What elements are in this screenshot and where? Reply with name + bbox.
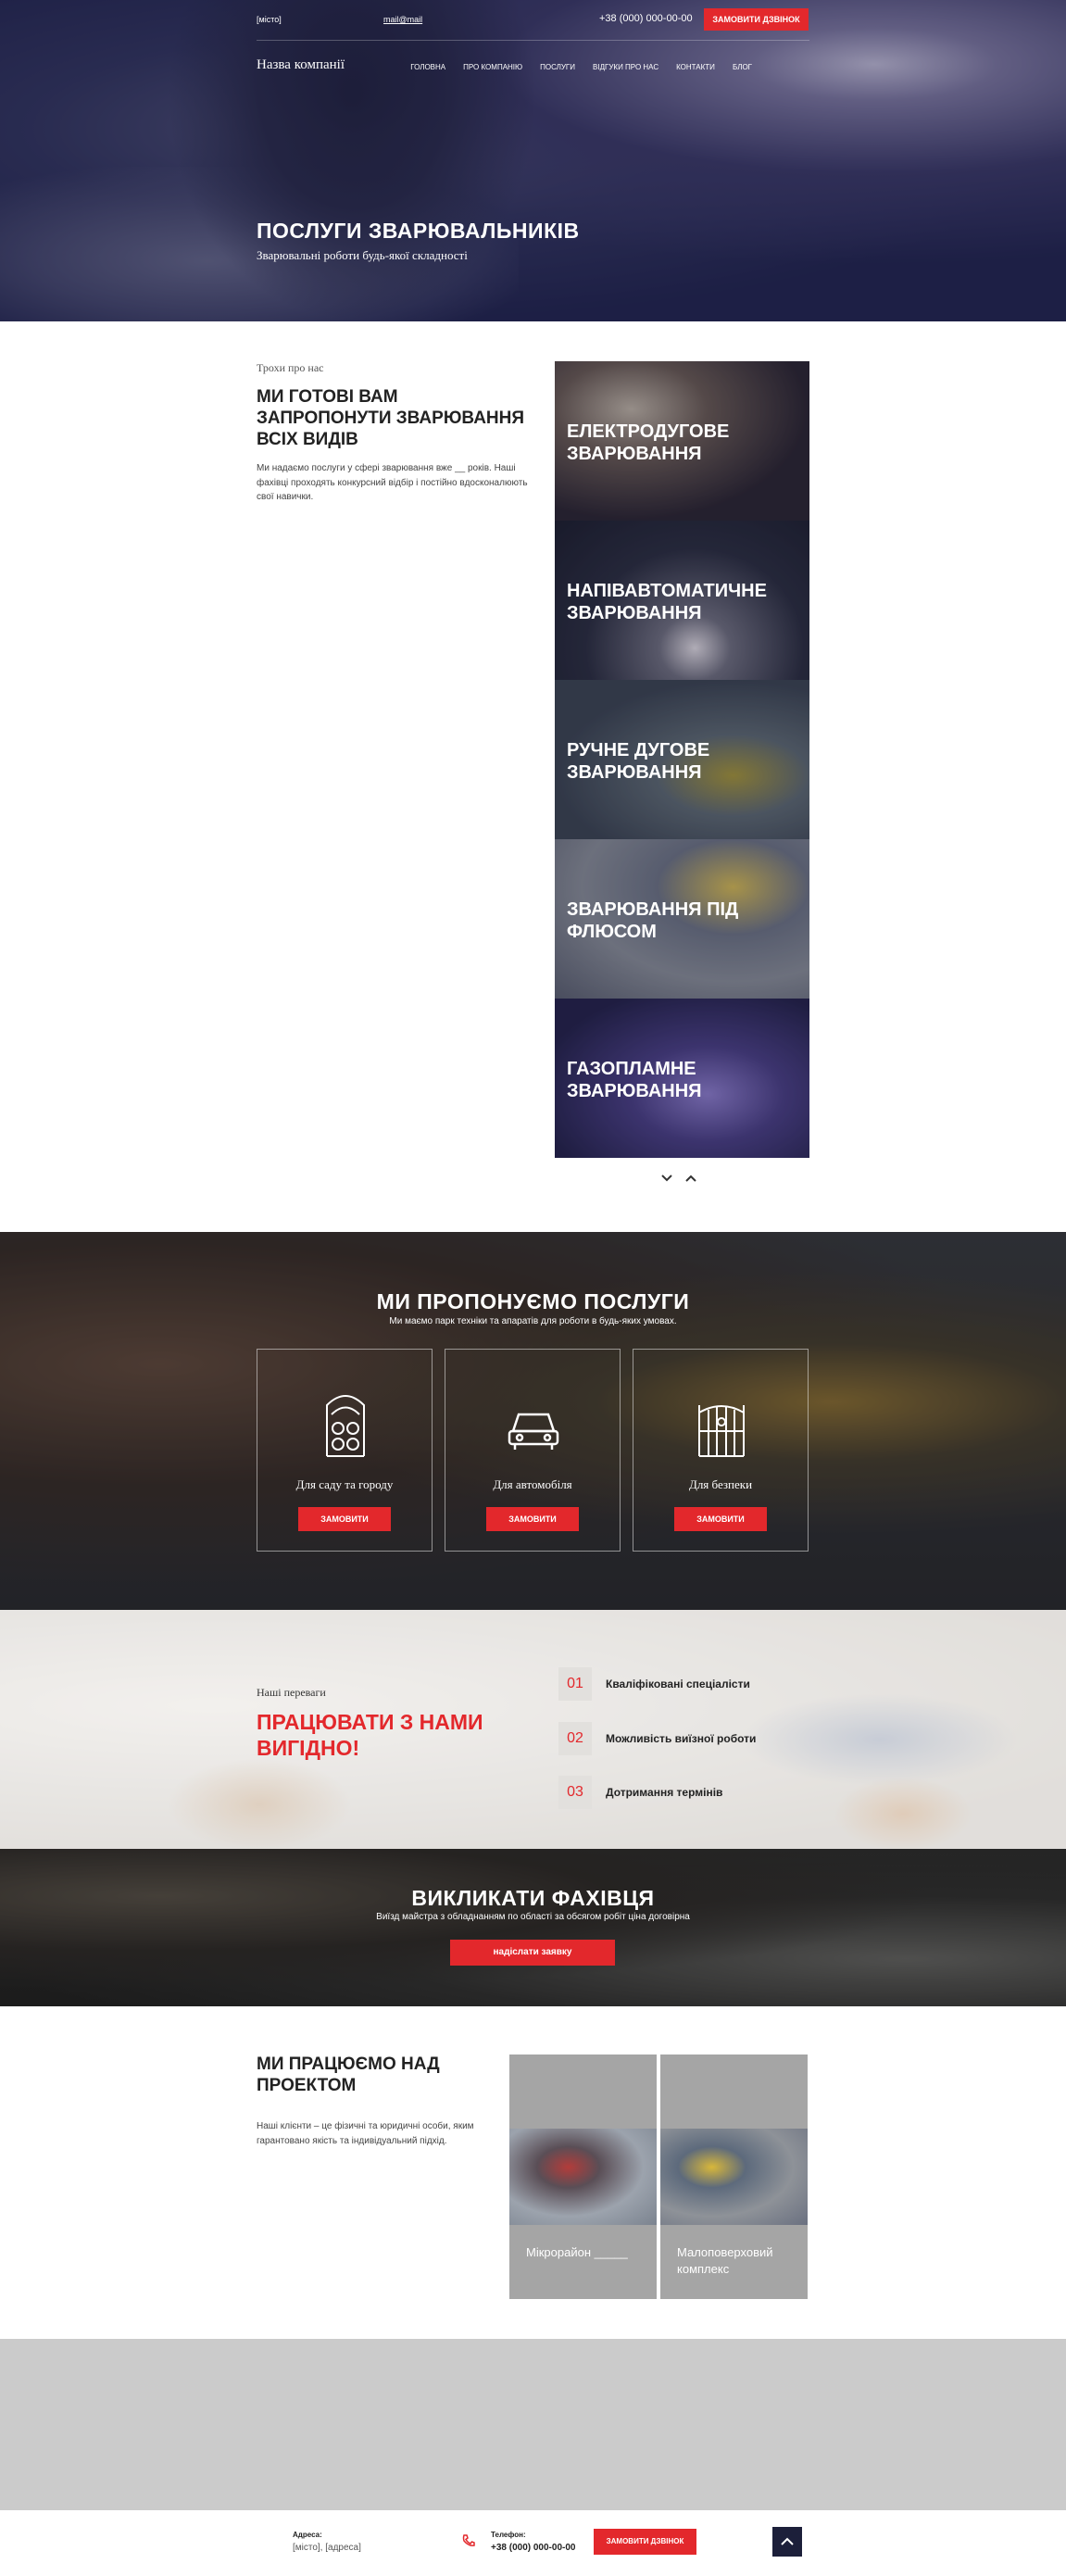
nav-item-home[interactable]: Головна xyxy=(410,63,445,71)
advantage-text: Можливість виїзної роботи xyxy=(606,1732,757,1745)
phone-text[interactable]: +38 (000) 000-00-00 xyxy=(599,13,693,24)
services-subtitle: Ми маємо парк техніки та апаратів для ро… xyxy=(389,1316,677,1326)
service-card: Для автомобіля Замовити xyxy=(445,1349,621,1552)
project-photo xyxy=(660,2129,808,2225)
project-photo xyxy=(509,2129,657,2225)
garden-gate-icon xyxy=(318,1387,373,1461)
order-button[interactable]: Замовити xyxy=(674,1507,767,1531)
welding-type-card[interactable]: ГАЗОПЛАМНЕ ЗВАРЮВАННЯ xyxy=(555,999,809,1158)
top-bar: [місто] mail@mail +38 (000) 000-00-00 За… xyxy=(257,0,809,41)
brand-logo[interactable]: Назва компанії xyxy=(257,57,345,73)
order-button[interactable]: Замовити xyxy=(298,1507,391,1531)
welding-type-card[interactable]: ЗВАРЮВАННЯ ПІД ФЛЮСОМ xyxy=(555,839,809,999)
welding-type-title: РУЧНЕ ДУГОВЕ ЗВАРЮВАННЯ xyxy=(567,740,710,783)
advantages-title: ПРАЦЮВАТИ З НАМИ ВИГІДНО! xyxy=(257,1710,483,1760)
project-label: Малоповерховий комплекс xyxy=(677,2245,773,2277)
advantage-number: 03 xyxy=(558,1776,592,1809)
welding-type-card[interactable]: НАПІВАВТОМАТИЧНЕ ЗВАРЮВАННЯ xyxy=(555,521,809,680)
nav-item-blog[interactable]: Блог xyxy=(733,63,752,71)
project-card[interactable]: Мікрорайон _____ xyxy=(509,2055,657,2299)
welding-type-title: ЗВАРЮВАННЯ ПІД ФЛЮСОМ xyxy=(567,899,739,942)
phone-label: Телефон: xyxy=(491,2531,526,2539)
nav-item-services[interactable]: Послуги xyxy=(540,63,575,71)
advantage-item: 03 Дотримання термінів xyxy=(558,1776,722,1809)
email-link[interactable]: mail@mail xyxy=(383,15,422,24)
welding-type-title: НАПІВАВТОМАТИЧНЕ ЗВАРЮВАННЯ xyxy=(567,581,767,623)
chevron-down-icon[interactable] xyxy=(660,1171,673,1186)
address-label: Адреса: xyxy=(293,2531,322,2539)
advantage-item: 02 Можливість виїзної роботи xyxy=(558,1722,756,1755)
advantages-section: Наші переваги ПРАЦЮВАТИ З НАМИ ВИГІДНО! … xyxy=(0,1610,1066,1849)
advantages-eyebrow: Наші переваги xyxy=(257,1686,326,1699)
map-placeholder xyxy=(0,2339,1066,2510)
chevron-up-icon xyxy=(772,2537,802,2560)
fence-gate-icon xyxy=(694,1387,749,1461)
nav-menu: Головна Про компанію Послуги Відгуки про… xyxy=(410,63,752,71)
chevron-up-icon[interactable] xyxy=(684,1171,697,1186)
footer: Адреса: [місто], [адреса] Телефон: +38 (… xyxy=(0,2510,1066,2576)
about-title: МИ ГОТОВІ ВАМ ЗАПРОПОНУТИ ЗВАРЮВАННЯ ВСІ… xyxy=(257,387,525,449)
service-label: Для безпеки xyxy=(688,1477,753,1491)
footer-order-call-button[interactable]: Замовити дзвінок xyxy=(594,2529,696,2555)
services-section: МИ ПРОПОНУЄМО ПОСЛУГИ Ми маємо парк техн… xyxy=(0,1232,1066,1610)
nav-item-about[interactable]: Про компанію xyxy=(463,63,522,71)
main-nav: Назва компанії Головна Про компанію Посл… xyxy=(257,41,809,89)
advantage-number: 01 xyxy=(558,1667,592,1701)
welding-types-carousel: ЕЛЕКТРОДУГОВЕ ЗВАРЮВАННЯ НАПІВАВТОМАТИЧН… xyxy=(555,361,809,1158)
project-label: Мікрорайон _____ xyxy=(526,2245,628,2259)
service-card: Для саду та городу Замовити xyxy=(257,1349,433,1552)
service-label: Для саду та городу xyxy=(295,1477,394,1491)
call-title: ВИКЛИКАТИ ФАХІВЦЯ xyxy=(411,1886,655,1910)
call-subtitle: Виїзд майстра з обладнанням по області з… xyxy=(376,1912,690,1922)
order-call-button[interactable]: Замовити дзвінок xyxy=(704,8,809,31)
service-label: Для автомобіля xyxy=(493,1477,572,1491)
carousel-arrows xyxy=(660,1171,697,1186)
hero-section: [місто] mail@mail +38 (000) 000-00-00 За… xyxy=(0,0,1066,321)
scroll-to-top-button[interactable] xyxy=(772,2527,802,2557)
nav-item-contacts[interactable]: Контакти xyxy=(676,63,715,71)
welding-type-card[interactable]: ЕЛЕКТРОДУГОВЕ ЗВАРЮВАННЯ xyxy=(555,361,809,521)
car-icon xyxy=(506,1387,561,1461)
advantage-item: 01 Кваліфіковані спеціалісти xyxy=(558,1667,750,1701)
order-button[interactable]: Замовити xyxy=(486,1507,579,1531)
projects-title: МИ ПРАЦЮЄМО НАД ПРОЕКТОМ xyxy=(257,2055,440,2095)
advantage-text: Кваліфіковані спеціалісти xyxy=(606,1678,750,1690)
services-title: МИ ПРОПОНУЄМО ПОСЛУГИ xyxy=(376,1289,690,1313)
call-specialist-section: ВИКЛИКАТИ ФАХІВЦЯ Виїзд майстра з обладн… xyxy=(0,1849,1066,2006)
about-eyebrow: Трохи про нас xyxy=(257,361,324,374)
project-card[interactable]: Малоповерховий комплекс xyxy=(660,2055,808,2299)
projects-text: Наші клієнти – це фізичні та юридичні ос… xyxy=(257,2121,474,2146)
phone-icon xyxy=(461,2533,476,2548)
city-text: [місто] xyxy=(257,15,282,24)
address-value: [місто], [адреса] xyxy=(293,2543,361,2553)
nav-item-reviews[interactable]: Відгуки про нас xyxy=(593,63,658,71)
phone-value[interactable]: +38 (000) 000-00-00 xyxy=(491,2543,575,2553)
hero-title: ПОСЛУГИ ЗВАРЮВАЛЬНИКІВ xyxy=(257,219,580,243)
service-card: Для безпеки Замовити xyxy=(633,1349,809,1552)
advantage-text: Дотримання термінів xyxy=(606,1786,723,1799)
welding-type-card[interactable]: РУЧНЕ ДУГОВЕ ЗВАРЮВАННЯ xyxy=(555,680,809,839)
send-request-button[interactable]: надіслати заявку xyxy=(450,1940,615,1966)
welding-type-title: ГАЗОПЛАМНЕ ЗВАРЮВАННЯ xyxy=(567,1059,702,1101)
about-text: Ми надаємо послуги у сфері зварювання вж… xyxy=(257,463,528,502)
welding-type-title: ЕЛЕКТРОДУГОВЕ ЗВАРЮВАННЯ xyxy=(567,421,730,464)
advantage-number: 02 xyxy=(558,1722,592,1755)
hero-subtitle: Зварювальні роботи будь-якої складності xyxy=(257,248,468,262)
